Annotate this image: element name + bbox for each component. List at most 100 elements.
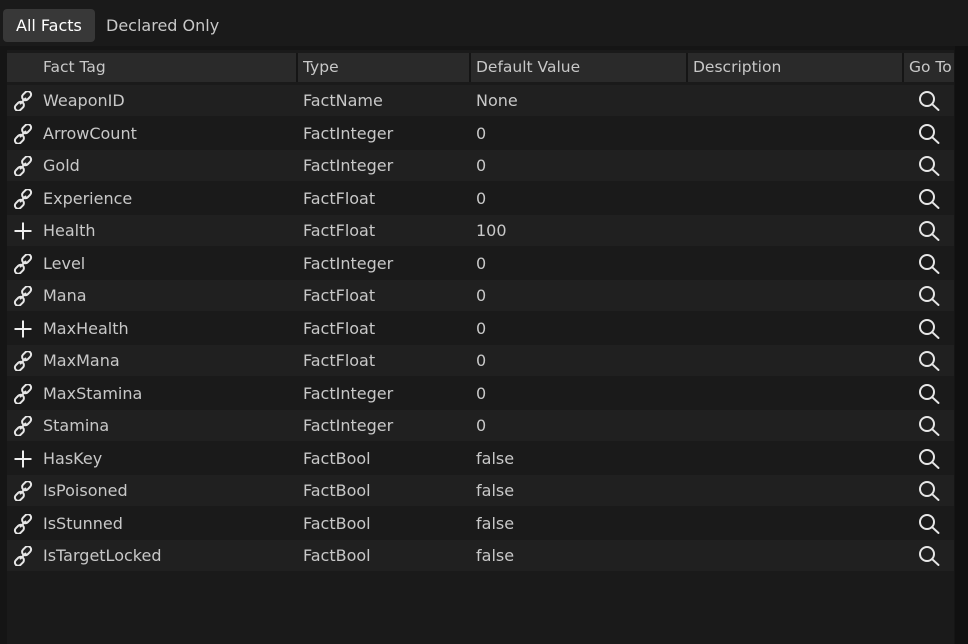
fact-tag-cell: IsStunned <box>43 513 123 533</box>
table-row[interactable]: MaxStamina FactInteger 0 <box>7 378 954 409</box>
search-icon[interactable] <box>917 318 941 340</box>
link-icon <box>13 415 33 437</box>
column-divider[interactable] <box>296 53 298 82</box>
link-icon <box>13 350 33 372</box>
fact-tag-cell: Level <box>43 253 86 273</box>
fact-type-cell: FactInteger <box>303 416 394 435</box>
right-edge <box>955 46 968 644</box>
search-icon[interactable] <box>917 545 941 567</box>
fact-type-cell: FactBool <box>303 513 371 533</box>
table-row[interactable]: Gold FactInteger 0 <box>7 150 954 181</box>
default-value-cell: 100 <box>476 221 507 240</box>
plus-icon <box>13 449 33 469</box>
default-value-cell: false <box>476 546 515 565</box>
default-value-cell: 0 <box>476 253 487 273</box>
default-value-cell: 0 <box>476 318 487 338</box>
fact-type-cell: FactBool <box>303 546 371 565</box>
fact-type-cell: FactBool <box>303 448 371 468</box>
search-icon[interactable] <box>917 285 941 307</box>
column-header-description[interactable]: Description <box>693 53 898 82</box>
fact-type-cell: FactFloat <box>303 351 376 370</box>
fact-tag-cell: IsPoisoned <box>43 481 128 500</box>
default-value-cell: None <box>476 91 518 110</box>
search-icon[interactable] <box>917 90 941 112</box>
default-value-cell: false <box>476 481 515 500</box>
table-row[interactable]: ArrowCount FactInteger 0 <box>7 118 954 149</box>
fact-tag-cell: MaxStamina <box>43 383 143 403</box>
table-row[interactable]: HasKey FactBool false <box>7 443 954 474</box>
fact-tag-cell: ArrowCount <box>43 123 137 143</box>
table-row[interactable]: WeaponID FactName None <box>7 85 954 116</box>
search-icon[interactable] <box>917 220 941 242</box>
table-row[interactable]: Health FactFloat 100 <box>7 215 954 246</box>
fact-browser-panel: All Facts Declared Only Fact Tag Type De… <box>0 0 968 644</box>
link-icon <box>13 285 33 307</box>
search-icon[interactable] <box>917 513 941 535</box>
default-value-cell: false <box>476 513 515 533</box>
default-value-cell: 0 <box>476 156 487 175</box>
facts-table: Fact Tag Type Default Value Description … <box>7 50 954 644</box>
column-header-go-to[interactable]: Go To <box>909 53 954 82</box>
search-icon[interactable] <box>917 383 941 405</box>
tab-bar: All Facts Declared Only <box>0 0 968 46</box>
link-icon <box>13 382 33 405</box>
fact-type-cell: FactFloat <box>303 221 376 240</box>
table-footer <box>7 630 954 631</box>
fact-type-cell: FactInteger <box>303 253 394 273</box>
link-icon <box>13 512 33 535</box>
fact-tag-cell: HasKey <box>43 448 103 468</box>
table-row[interactable]: IsTargetLocked FactBool false <box>7 540 954 571</box>
fact-type-cell: FactInteger <box>303 383 394 403</box>
link-icon <box>13 252 33 275</box>
column-divider[interactable] <box>902 53 904 82</box>
fact-type-cell: FactBool <box>303 481 371 500</box>
search-icon[interactable] <box>917 188 941 210</box>
fact-type-cell: FactInteger <box>303 123 394 143</box>
table-row[interactable]: IsPoisoned FactBool false <box>7 475 954 506</box>
default-value-cell: false <box>476 448 515 468</box>
fact-tag-cell: IsTargetLocked <box>43 546 162 565</box>
search-icon[interactable] <box>917 350 941 372</box>
fact-type-cell: FactInteger <box>303 156 394 175</box>
search-icon[interactable] <box>917 448 941 470</box>
table-row[interactable]: Level FactInteger 0 <box>7 248 954 279</box>
plus-icon <box>13 319 33 339</box>
tab-all-facts[interactable]: All Facts <box>3 9 95 42</box>
plus-icon <box>13 221 33 241</box>
default-value-cell: 0 <box>476 416 487 435</box>
column-header-default-value[interactable]: Default Value <box>476 53 681 82</box>
link-icon <box>13 155 33 177</box>
link-icon <box>13 90 33 112</box>
column-header-fact-tag[interactable]: Fact Tag <box>43 53 293 82</box>
column-header-type[interactable]: Type <box>303 53 463 82</box>
table-row[interactable]: Stamina FactInteger 0 <box>7 410 954 441</box>
column-divider[interactable] <box>469 53 471 82</box>
tab-declared-only[interactable]: Declared Only <box>93 9 232 42</box>
fact-tag-cell: MaxHealth <box>43 318 129 338</box>
fact-tag-cell: Health <box>43 221 96 240</box>
default-value-cell: 0 <box>476 383 487 403</box>
fact-tag-cell: MaxMana <box>43 351 120 370</box>
search-icon[interactable] <box>917 415 941 437</box>
table-row[interactable]: IsStunned FactBool false <box>7 508 954 539</box>
column-divider[interactable] <box>686 53 688 82</box>
default-value-cell: 0 <box>476 286 487 305</box>
search-icon[interactable] <box>917 123 941 145</box>
link-icon <box>13 480 33 502</box>
fact-type-cell: FactName <box>303 91 383 110</box>
table-row[interactable]: Experience FactFloat 0 <box>7 183 954 214</box>
fact-tag-cell: WeaponID <box>43 91 125 110</box>
table-row[interactable]: Mana FactFloat 0 <box>7 280 954 311</box>
fact-tag-cell: Mana <box>43 286 87 305</box>
default-value-cell: 0 <box>476 123 487 143</box>
table-header: Fact Tag Type Default Value Description … <box>7 53 954 82</box>
table-row[interactable]: MaxMana FactFloat 0 <box>7 345 954 376</box>
search-icon[interactable] <box>917 253 941 275</box>
fact-type-cell: FactFloat <box>303 188 376 208</box>
search-icon[interactable] <box>917 155 941 177</box>
default-value-cell: 0 <box>476 188 487 208</box>
table-row[interactable]: MaxHealth FactFloat 0 <box>7 313 954 344</box>
link-icon <box>13 187 33 210</box>
fact-tag-cell: Stamina <box>43 416 110 435</box>
search-icon[interactable] <box>917 480 941 502</box>
